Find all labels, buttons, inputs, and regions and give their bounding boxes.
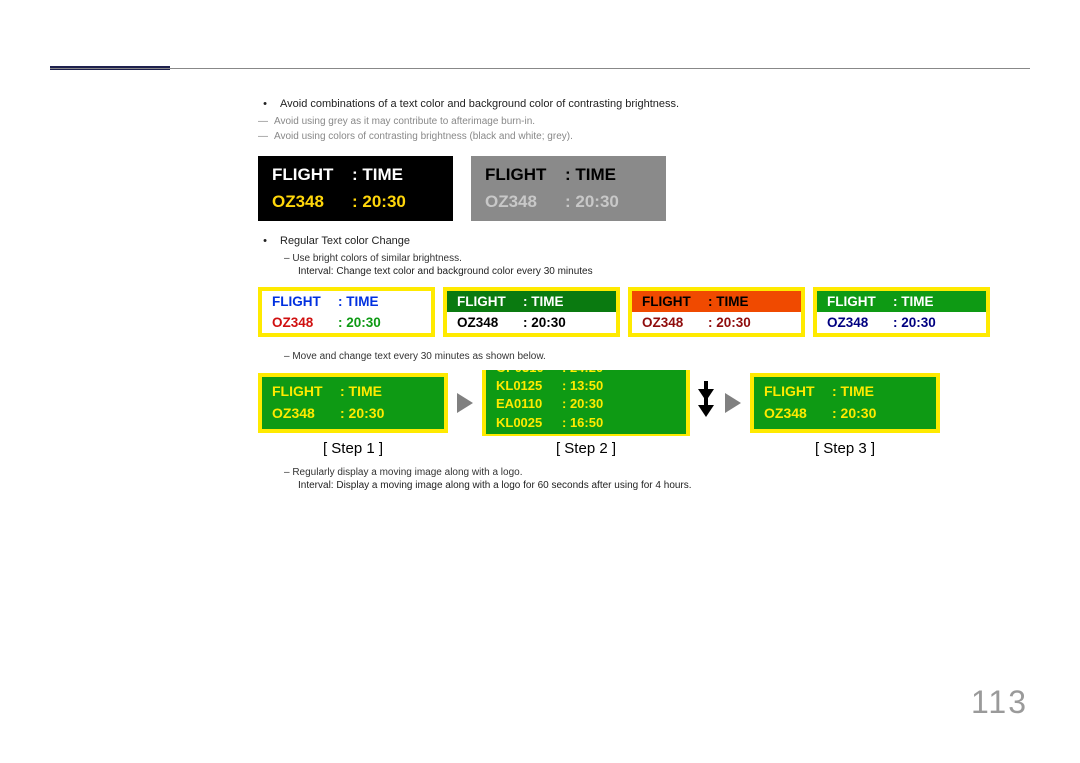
cell: FLIGHT bbox=[457, 294, 519, 309]
bullet-item: • Avoid combinations of a text color and… bbox=[258, 98, 998, 110]
cell: OZ348 bbox=[827, 315, 889, 330]
cell: FLIGHT bbox=[272, 162, 344, 188]
contrast-examples: FLIGHT : TIME OZ348 : 20:30 FLIGHT : TIME O… bbox=[258, 156, 998, 221]
bullet-text: Regular Text color Change bbox=[280, 235, 410, 247]
sub-bullet: ‒ Regularly display a moving image along… bbox=[284, 467, 998, 478]
cell: KL0125 bbox=[496, 377, 556, 395]
cell: : 16:50 bbox=[562, 414, 603, 432]
color-card: FLIGHT : TIME OZ348 : 20:30 bbox=[258, 287, 435, 337]
cell: : TIME bbox=[338, 294, 379, 309]
sub-bullet: ‒ Move and change text every 30 minutes … bbox=[284, 351, 998, 362]
cell: OZ348 bbox=[272, 315, 334, 330]
step3-card: FLIGHT : TIME OZ348 : 20:30 bbox=[750, 373, 940, 432]
cell: OZ348 bbox=[272, 189, 344, 215]
cell: : 20:30 bbox=[893, 315, 936, 330]
cell: : 20:30 bbox=[523, 315, 566, 330]
cell: : TIME bbox=[565, 162, 616, 188]
step-label: [ Step 2 ] bbox=[482, 440, 690, 457]
cell: : TIME bbox=[523, 294, 564, 309]
cell: : TIME bbox=[832, 381, 874, 403]
cell: FLIGHT bbox=[272, 294, 334, 309]
sub-text: Interval: Change text color and backgrou… bbox=[298, 266, 998, 277]
cell: FLIGHT bbox=[827, 294, 889, 309]
cell: FLIGHT bbox=[764, 381, 826, 403]
sub-bullet: ‒ Use bright colors of similar brightnes… bbox=[284, 253, 998, 264]
cell: FLIGHT bbox=[272, 381, 334, 403]
color-card: FLIGHT : TIME OZ348 : 20:30 bbox=[628, 287, 805, 337]
arrows-down-icon bbox=[696, 387, 716, 419]
note-text: Avoid using grey as it may contribute to… bbox=[274, 116, 535, 127]
cell: KL0025 bbox=[496, 414, 556, 432]
cell: : 13:50 bbox=[562, 377, 603, 395]
bullet-text: Avoid combinations of a text color and b… bbox=[280, 98, 679, 110]
cell: OZ348 bbox=[485, 189, 557, 215]
steps-row: FLIGHT : TIME OZ348 : 20:30 OP0310 : 24:20 … bbox=[258, 370, 998, 436]
dash-icon: ― bbox=[258, 131, 268, 142]
color-card: FLIGHT : TIME OZ348 : 20:30 bbox=[813, 287, 990, 337]
cell: FLIGHT bbox=[485, 162, 557, 188]
cell: OZ348 bbox=[764, 403, 826, 425]
bullet-dot: • bbox=[258, 235, 272, 247]
cell: OZ348 bbox=[642, 315, 704, 330]
step-label: [ Step 3 ] bbox=[750, 440, 940, 457]
step-labels: [ Step 1 ] [ Step 2 ] [ Step 3 ] bbox=[258, 440, 998, 457]
step-label: [ Step 1 ] bbox=[258, 440, 448, 457]
cell: : 20:30 bbox=[708, 315, 751, 330]
note-line: ― Avoid using grey as it may contribute … bbox=[258, 116, 998, 127]
cell: : 20:30 bbox=[832, 403, 876, 425]
cell: : 20:30 bbox=[338, 315, 381, 330]
cell: FLIGHT bbox=[642, 294, 704, 309]
color-examples-row: FLIGHT : TIME OZ348 : 20:30 FLIGHT : TIME O… bbox=[258, 287, 998, 337]
cell: : 20:30 bbox=[562, 395, 603, 413]
cell: OZ348 bbox=[272, 403, 334, 425]
sub-text: Interval: Display a moving image along w… bbox=[298, 480, 998, 491]
arrow-right-icon bbox=[722, 393, 744, 413]
page-body: • Avoid combinations of a text color and… bbox=[258, 98, 998, 493]
cell: OZ348 bbox=[457, 315, 519, 330]
cell: OP0310 bbox=[496, 370, 556, 377]
cell: : TIME bbox=[352, 162, 403, 188]
cell: : 24:20 bbox=[562, 370, 603, 377]
arrow-right-icon bbox=[454, 393, 476, 413]
step2-card: OP0310 : 24:20 KL0125 : 13:50 EA0110 : 20:3… bbox=[482, 370, 690, 436]
note-line: ― Avoid using colors of contrasting brig… bbox=[258, 131, 998, 142]
cell: : 20:30 bbox=[352, 189, 406, 215]
cell: EA0110 bbox=[496, 395, 556, 413]
bullet-item: • Regular Text color Change bbox=[258, 235, 998, 247]
panel-black: FLIGHT : TIME OZ348 : 20:30 bbox=[258, 156, 453, 221]
note-text: Avoid using colors of contrasting bright… bbox=[274, 131, 573, 142]
bullet-dot: • bbox=[258, 98, 272, 110]
page-number: 113 bbox=[971, 684, 1028, 721]
step1-card: FLIGHT : TIME OZ348 : 20:30 bbox=[258, 373, 448, 432]
color-card: FLIGHT : TIME OZ348 : 20:30 bbox=[443, 287, 620, 337]
panel-grey: FLIGHT : TIME OZ348 : 20:30 bbox=[471, 156, 666, 221]
dash-icon: ― bbox=[258, 116, 268, 127]
cell: : TIME bbox=[708, 294, 749, 309]
cell: : TIME bbox=[340, 381, 382, 403]
header-rule bbox=[50, 68, 1030, 69]
cell: : 20:30 bbox=[340, 403, 384, 425]
cell: : 20:30 bbox=[565, 189, 619, 215]
cell: : TIME bbox=[893, 294, 934, 309]
